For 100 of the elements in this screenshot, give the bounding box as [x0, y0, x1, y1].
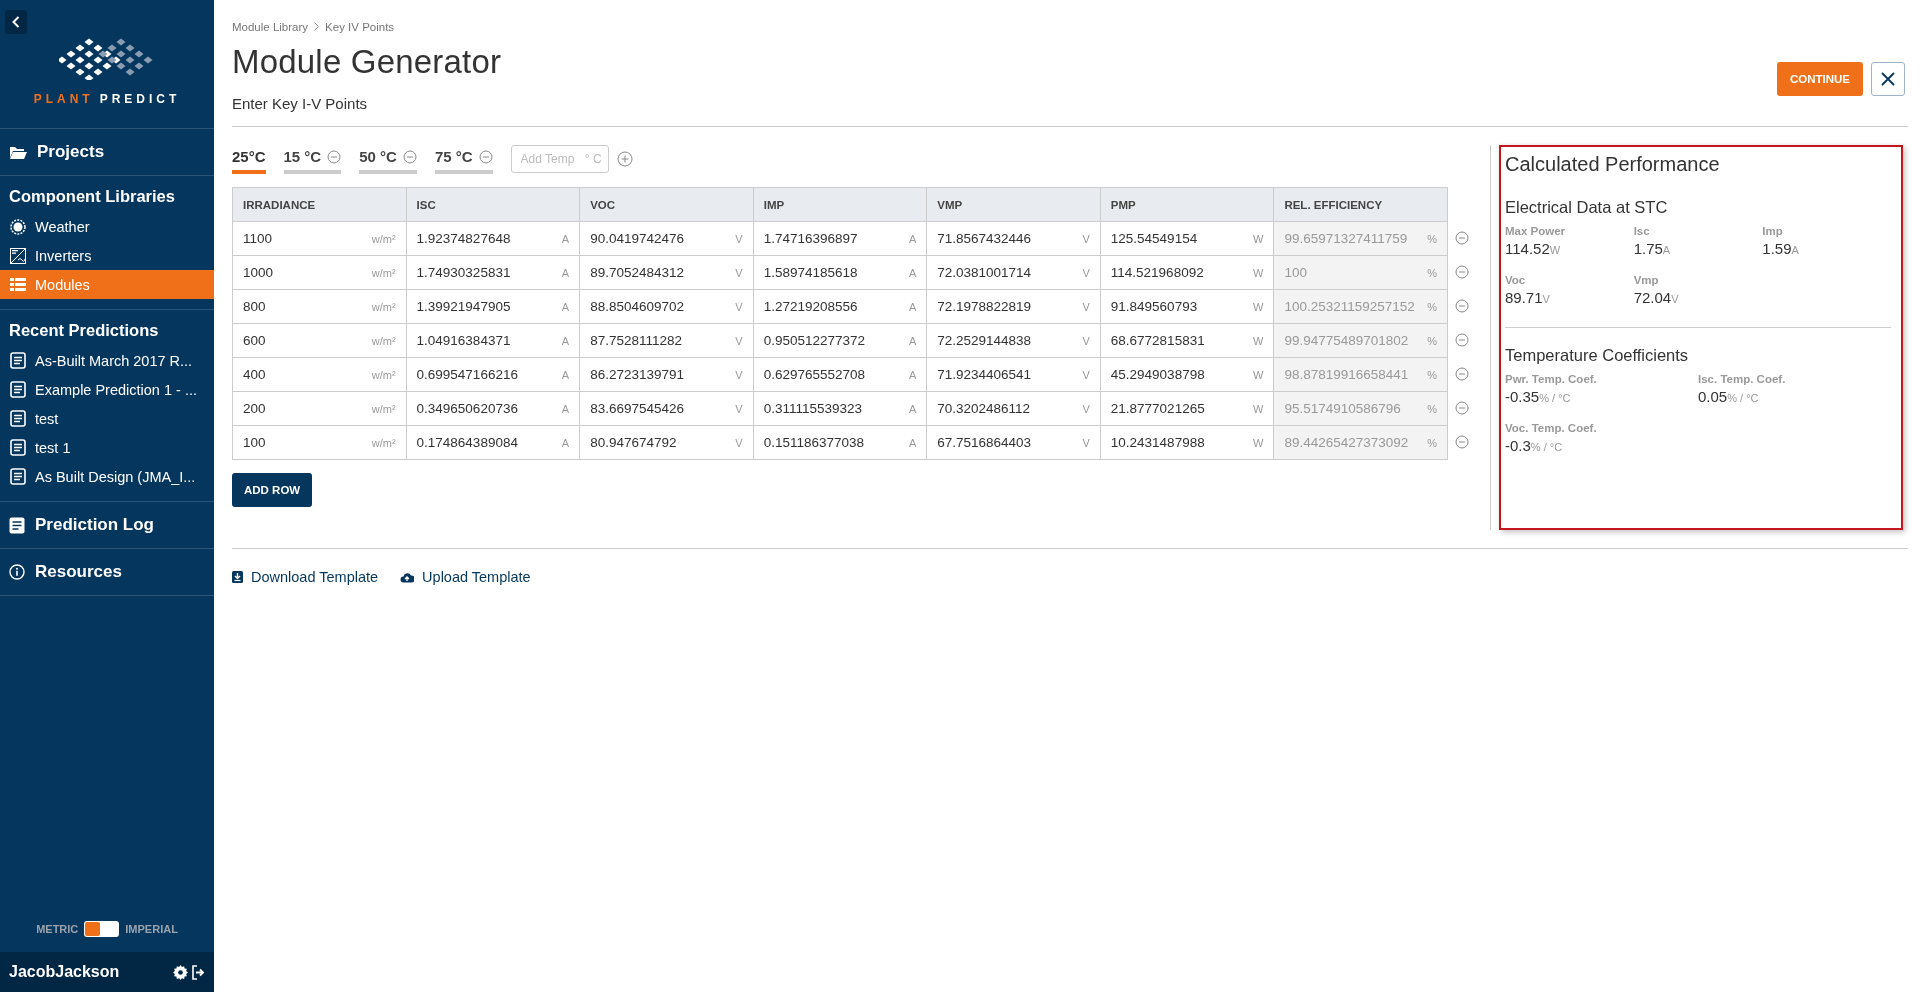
panel-title: Calculated Performance [1505, 153, 1721, 176]
minus-circle-icon[interactable] [1455, 435, 1469, 449]
column-header: IMP [753, 187, 927, 222]
cell-value: 1.92374827648 [416, 231, 511, 246]
cell-value: 100 [1284, 265, 1307, 280]
cell-value: 90.0419742476 [590, 231, 684, 246]
temperature-tab[interactable]: 25°C [232, 145, 266, 174]
unit-label: V [1082, 334, 1090, 347]
unit-label: A [1662, 244, 1671, 256]
input-field[interactable]: 1.58974185618 A [753, 255, 927, 290]
input-field[interactable]: 21.8777021265 W [1100, 391, 1274, 426]
unit-label: W [1253, 266, 1264, 279]
input-field[interactable]: 91.849560793 W [1100, 289, 1274, 324]
input-field[interactable]: 800 w/m² [232, 289, 407, 324]
input-field[interactable]: 0.174864389084 A [406, 425, 580, 460]
input-field[interactable]: 89.7052484312 V [579, 255, 754, 290]
settings-icon[interactable] [173, 964, 188, 980]
plus-circle-icon[interactable] [616, 151, 633, 167]
cell-value: 0.151186377038 [763, 435, 865, 450]
input-field[interactable]: 10.2431487988 W [1100, 425, 1274, 460]
cell-value: 87.7528111282 [590, 333, 682, 348]
collapse-button[interactable] [5, 10, 27, 34]
logout-icon[interactable] [191, 964, 205, 980]
nav-item[interactable]: As-Built March 2017 R... [0, 346, 214, 375]
input-field[interactable]: 1000 w/m² [232, 255, 407, 290]
download-icon [232, 571, 243, 583]
input-field[interactable]: 70.3202486112 V [926, 391, 1101, 426]
input-field[interactable]: 83.6697545426 V [579, 391, 754, 426]
unit-label: V [735, 368, 743, 381]
input-field[interactable]: 68.6772815831 W [1100, 323, 1274, 358]
nav-item[interactable]: Weather [0, 212, 214, 241]
metric-label: Imp [1762, 225, 1784, 237]
nav-link[interactable]: Projects [0, 129, 214, 176]
temperature-tab[interactable]: 50 °C [359, 145, 417, 174]
minus-circle-icon[interactable] [402, 149, 417, 164]
input-field[interactable]: 80.947674792 V [579, 425, 754, 460]
close-button[interactable] [1871, 62, 1905, 96]
nav-link[interactable]: Resources [0, 549, 214, 596]
input-field[interactable]: 72.2529144838 V [926, 323, 1101, 358]
minus-circle-icon[interactable] [1455, 333, 1469, 347]
input-field[interactable]: 71.8567432446 V [926, 221, 1101, 256]
temperature-tab[interactable]: 15 °C [283, 145, 342, 174]
minus-circle-icon[interactable] [1455, 265, 1469, 279]
cell-value: 71.8567432446 [937, 231, 1032, 246]
input-field[interactable]: 90.0419742476 V [579, 221, 754, 256]
nav-item[interactable]: test 1 [0, 433, 214, 462]
cell-value: 1.27219208556 [763, 299, 858, 314]
unit-label: W [1253, 402, 1264, 415]
input-field[interactable]: 1.27219208556 A [753, 289, 927, 324]
minus-circle-icon[interactable] [478, 149, 493, 164]
breadcrumb-link[interactable]: Module Library [232, 20, 309, 33]
input-field[interactable]: 72.1978822819 V [926, 289, 1101, 324]
input-field[interactable]: 0.950512277372 A [753, 323, 927, 358]
input-field[interactable]: 1100 w/m² [232, 221, 407, 256]
input-field[interactable]: 600 w/m² [232, 323, 407, 358]
unit-label: % [1427, 266, 1437, 279]
minus-circle-icon[interactable] [1455, 299, 1469, 313]
unit-label: V [1082, 232, 1090, 245]
breadcrumb-link[interactable]: Key IV Points [325, 20, 395, 33]
input-field[interactable]: 114.521968092 W [1100, 255, 1274, 290]
input-field[interactable]: 0.699547166216 A [406, 357, 580, 392]
input-field[interactable]: 88.8504609702 V [579, 289, 754, 324]
unit-label: % / °C [1727, 392, 1759, 404]
minus-circle-icon[interactable] [1455, 231, 1469, 245]
input-field[interactable]: 100 w/m² [232, 425, 407, 460]
input-field[interactable]: 1.74930325831 A [406, 255, 580, 290]
minus-circle-icon[interactable] [1455, 401, 1469, 415]
input-field[interactable]: 67.7516864403 V [926, 425, 1101, 460]
input-field[interactable]: 71.9234406541 V [926, 357, 1101, 392]
nav-item[interactable]: Inverters [0, 241, 214, 270]
minus-circle-icon[interactable] [327, 149, 342, 164]
input-field[interactable]: 200 w/m² [232, 391, 407, 426]
input-field[interactable]: 1.74716396897 A [753, 221, 927, 256]
units-toggle[interactable] [84, 921, 120, 937]
nav-item[interactable]: test [0, 404, 214, 433]
input-field[interactable]: 87.7528111282 V [579, 323, 754, 358]
unit-label: V [1082, 266, 1090, 279]
input-field[interactable]: 0.349650620736 A [406, 391, 580, 426]
input-field[interactable]: 1.92374827648 A [406, 221, 580, 256]
template-link[interactable]: Upload Template [400, 569, 531, 585]
input-field[interactable]: 45.2949038798 W [1100, 357, 1274, 392]
nav-item[interactable]: Example Prediction 1 - ... [0, 375, 214, 404]
unit-label: A [908, 334, 917, 347]
nav-item[interactable]: As Built Design (JMA_I... [0, 462, 214, 491]
input-field[interactable]: 72.0381001714 V [926, 255, 1101, 290]
input-field[interactable]: 0.151186377038 A [753, 425, 927, 460]
unit-label: w/m² [371, 334, 396, 347]
input-field[interactable]: 1.04916384371 A [406, 323, 580, 358]
add-row-button[interactable]: ADD ROW [232, 473, 313, 507]
cell-value: 125.54549154 [1110, 231, 1198, 246]
temperature-tab[interactable]: 75 °C [434, 145, 493, 174]
minus-circle-icon[interactable] [1455, 367, 1469, 381]
input-field[interactable]: 1.39921947905 A [406, 289, 580, 324]
template-link[interactable]: Download Template [232, 569, 379, 585]
input-field[interactable]: 0.311115539323 A [753, 391, 927, 426]
nav-link[interactable]: Prediction Log [0, 502, 214, 549]
input-field[interactable]: 400 w/m² [232, 357, 407, 392]
input-field[interactable]: 125.54549154 W [1100, 221, 1274, 256]
input-field[interactable]: 86.2723139791 V [579, 357, 754, 392]
input-field[interactable]: 0.629765552708 A [753, 357, 927, 392]
